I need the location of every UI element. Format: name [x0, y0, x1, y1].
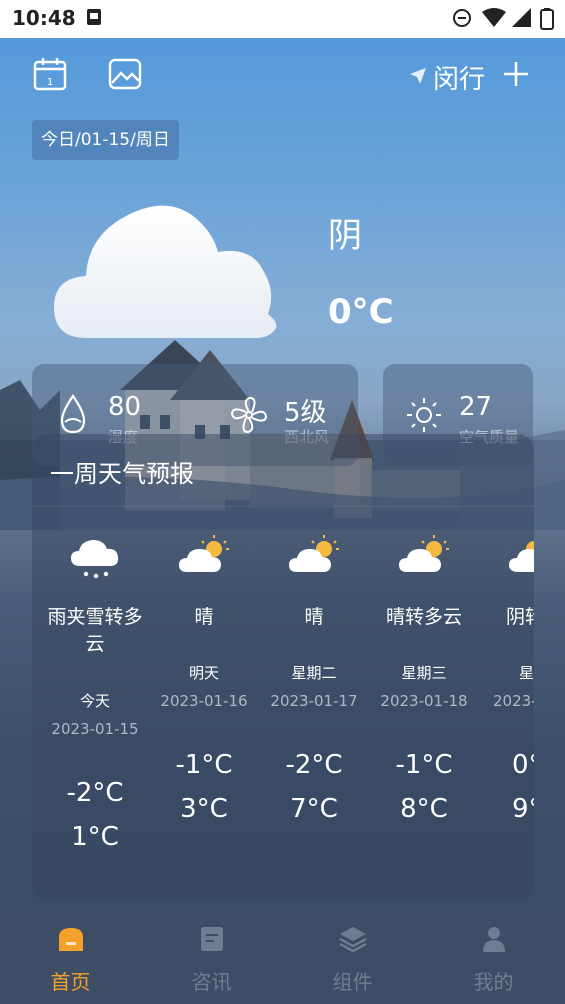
- forecast-day-name: 明天: [188, 664, 219, 682]
- app-screen: 10:48 1 闵行 今日/01-15/周日 阴 0°C 80 5级 27 一周…: [0, 0, 565, 1004]
- cloudy-icon: [54, 205, 277, 338]
- forecast-high: 3°C: [180, 794, 228, 824]
- forecast-title: 一周天气预报: [50, 460, 194, 488]
- wind-fan-icon: [230, 396, 268, 434]
- forecast-low: -2°C: [66, 778, 124, 808]
- sleet-cloud-icon: [71, 540, 119, 579]
- forecast-day-name: 星期二: [291, 664, 337, 682]
- forecast-day-name: 星期: [519, 664, 534, 682]
- forecast-high: 1°C: [71, 822, 119, 852]
- date-chip: 今日/01-15/周日: [32, 120, 179, 160]
- humidity-value: 80: [108, 392, 142, 422]
- forecast-desc: 晴: [304, 606, 324, 628]
- wind-level: 5级: [284, 398, 327, 428]
- forecast-date: 2023-: [493, 692, 534, 710]
- weekly-forecast-panel[interactable]: 一周天气预报 雨夹雪转多云 今天 2023-01-15 -2°C 1°C 晴 明…: [32, 434, 534, 901]
- air-quality-value: 27: [459, 392, 493, 422]
- forecast-desc: 晴转多云: [385, 606, 462, 628]
- calendar-icon[interactable]: 1: [33, 57, 67, 91]
- forecast-day-name: 星期三: [401, 664, 447, 682]
- location-arrow-icon: [410, 68, 426, 84]
- home-icon: [59, 928, 83, 951]
- wifi-icon: [482, 8, 506, 27]
- forecast-desc: 阴转: [506, 606, 534, 628]
- forecast-desc: 雨夹雪转多云: [47, 606, 143, 655]
- tab-label: 咨讯: [191, 970, 232, 994]
- sun-cloud-icon: [399, 535, 449, 572]
- forecast-date: 2023-01-16: [160, 692, 248, 710]
- divider: [32, 506, 534, 507]
- forecast-low: 0°: [512, 750, 534, 780]
- svg-text:1: 1: [47, 77, 53, 88]
- bottom-navigation: 首页 咨讯 组件 我的: [0, 910, 565, 1004]
- current-temperature: 0°C: [328, 292, 394, 332]
- data-saver-icon: [453, 9, 471, 27]
- forecast-desc: 晴: [194, 606, 214, 628]
- tab-home[interactable]: 首页: [0, 910, 141, 1004]
- status-bar: 10:48: [0, 0, 565, 38]
- add-city-icon[interactable]: [503, 61, 529, 87]
- sun-cloud-icon: [289, 535, 339, 572]
- battery-icon: [540, 8, 554, 30]
- city-name[interactable]: 闵行: [433, 59, 485, 96]
- forecast-date: 2023-01-15: [51, 720, 139, 738]
- user-icon: [483, 927, 505, 952]
- forecast-low: -2°C: [285, 750, 343, 780]
- tab-components[interactable]: 组件: [282, 910, 423, 1004]
- forecast-low: -1°C: [175, 750, 233, 780]
- status-time: 10:48: [12, 6, 76, 30]
- tab-label: 组件: [332, 970, 373, 994]
- image-icon[interactable]: [108, 57, 142, 91]
- tab-profile[interactable]: 我的: [423, 910, 564, 1004]
- sun-cloud-icon: [509, 541, 534, 572]
- forecast-low: -1°C: [395, 750, 453, 780]
- signal-icon: [512, 8, 531, 27]
- forecast-high: 8°C: [400, 794, 448, 824]
- top-navigation: 1 闵行: [0, 55, 565, 97]
- forecast-date: 2023-01-18: [380, 692, 468, 710]
- notification-icon: [87, 9, 101, 25]
- forecast-date: 2023-01-17: [270, 692, 358, 710]
- forecast-high: 9°: [512, 794, 534, 824]
- news-icon: [201, 927, 223, 951]
- forecast-high: 7°C: [290, 794, 338, 824]
- tab-news[interactable]: 咨讯: [141, 910, 282, 1004]
- sun-icon: [407, 398, 441, 432]
- sun-cloud-icon: [179, 535, 229, 572]
- current-condition: 阴: [328, 216, 362, 256]
- forecast-day-name: 今天: [79, 692, 110, 710]
- tab-label: 首页: [50, 970, 91, 994]
- tab-label: 我的: [473, 970, 514, 994]
- layers-icon: [339, 927, 367, 953]
- humidity-icon: [60, 394, 86, 434]
